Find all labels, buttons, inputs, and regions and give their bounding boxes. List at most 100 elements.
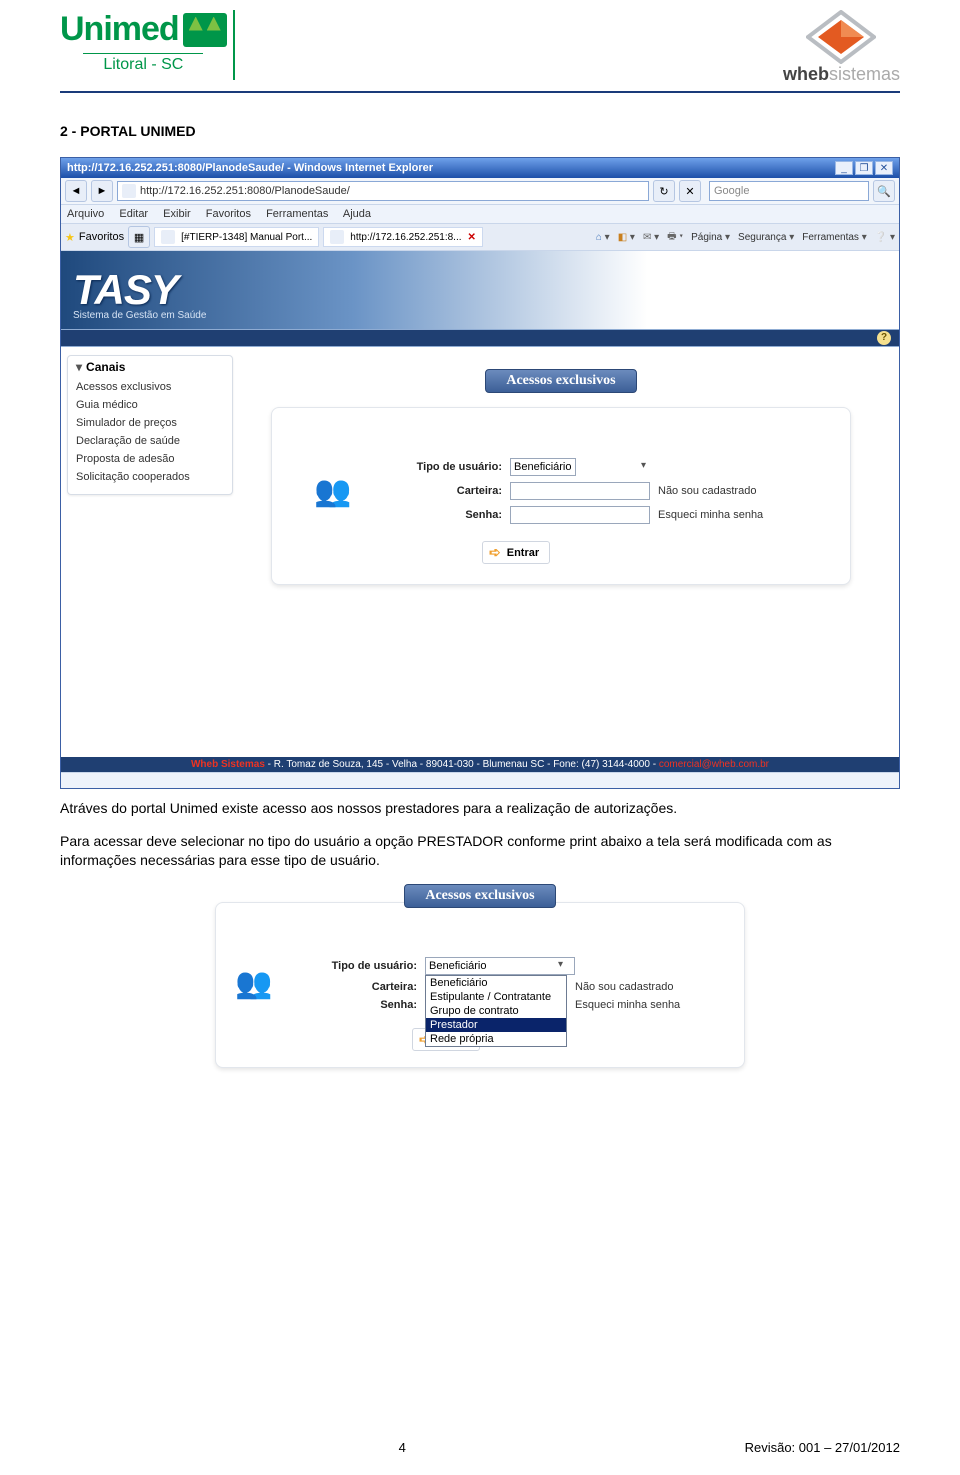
window-titlebar: http://172.16.252.251:8080/PlanodeSaude/… <box>61 158 899 178</box>
tasy-logo-text: TASY <box>73 266 206 314</box>
label-carteira: Carteira: <box>412 485 502 497</box>
back-button[interactable]: ◄ <box>65 180 87 202</box>
page-footer: 4 Revisão: 001 – 27/01/2012 <box>60 1440 900 1455</box>
browser-tab-1[interactable]: [#TIERP-1348] Manual Port... <box>154 227 319 247</box>
entrar-button[interactable]: ➪ Entrar <box>482 541 550 564</box>
link-esqueci-senha-2[interactable]: Esqueci minha senha <box>575 999 725 1011</box>
toolbar-pagina[interactable]: Página <box>691 232 730 243</box>
link-nao-cadastrado-2[interactable]: Não sou cadastrado <box>575 981 725 993</box>
label-carteira-2: Carteira: <box>323 981 417 993</box>
refresh-button[interactable]: ↻ <box>653 180 675 202</box>
sidebar-item-solicitacao[interactable]: Solicitação cooperados <box>76 468 224 486</box>
search-button[interactable]: 🔍 <box>873 180 895 202</box>
dd-option-beneficiario[interactable]: Beneficiário <box>426 976 566 990</box>
unimed-brand-text: Unimed <box>60 10 179 49</box>
tab-close-icon[interactable]: ✕ <box>468 232 476 243</box>
dropdown-list: Beneficiário Estipulante / Contratante G… <box>425 975 567 1047</box>
close-button[interactable]: ✕ <box>875 161 893 175</box>
tab-grid-button[interactable]: ▦ <box>128 226 150 248</box>
login-card: 👥 Tipo de usuário: Beneficiário Carteira… <box>271 407 851 585</box>
select-tipo-usuario-2[interactable] <box>425 957 575 975</box>
toolbar-ferramentas[interactable]: Ferramentas <box>802 232 867 243</box>
label-tipo: Tipo de usuário: <box>412 461 502 473</box>
url-text: http://172.16.252.251:8080/PlanodeSaude/ <box>140 185 350 197</box>
window-title-text: http://172.16.252.251:8080/PlanodeSaude/… <box>67 162 433 174</box>
help-icon[interactable]: ? <box>877 331 891 345</box>
header-divider <box>60 91 900 93</box>
sidebar-item-proposta[interactable]: Proposta de adesão <box>76 450 224 468</box>
favorites-bar[interactable]: ★Favoritos <box>65 231 124 244</box>
maximize-button[interactable]: ❐ <box>855 161 873 175</box>
star-icon: ★ <box>65 231 75 244</box>
dd-option-rede[interactable]: Rede própria <box>426 1032 566 1046</box>
wheb-diamond-icon <box>806 10 876 64</box>
users-icon: 👥 <box>314 474 404 509</box>
label-senha: Senha: <box>412 509 502 521</box>
page-icon <box>122 184 136 198</box>
page-number: 4 <box>399 1440 406 1455</box>
sidebar-item-simulador[interactable]: Simulador de preços <box>76 414 224 432</box>
menu-ferramentas[interactable]: Ferramentas <box>266 208 328 220</box>
sidebar-title[interactable]: Canais <box>76 360 224 374</box>
menu-ajuda[interactable]: Ajuda <box>343 208 371 220</box>
paragraph-2: Para acessar deve selecionar no tipo do … <box>60 832 900 870</box>
vertical-divider <box>233 10 235 80</box>
home-icon[interactable]: ⌂ <box>596 232 610 243</box>
wheb-brand-text: whebsistemas <box>783 64 900 85</box>
menu-editar[interactable]: Editar <box>119 208 148 220</box>
users-icon: 👥 <box>235 966 315 1001</box>
help-icon[interactable]: ❔ <box>875 232 895 243</box>
panel-title: Acessos exclusivos <box>485 369 636 393</box>
link-nao-cadastrado[interactable]: Não sou cadastrado <box>658 485 808 497</box>
browser-window: http://172.16.252.251:8080/PlanodeSaude/… <box>60 157 900 789</box>
mail-icon[interactable]: ✉ <box>643 232 659 243</box>
search-box[interactable]: Google <box>709 181 869 201</box>
sidebar: Canais Acessos exclusivos Guia médico Si… <box>61 355 233 757</box>
body-text: Atráves do portal Unimed existe acesso a… <box>60 799 900 870</box>
arrow-right-icon: ➪ <box>489 544 501 561</box>
toolbar-seguranca[interactable]: Segurança <box>738 232 794 243</box>
main-panel: Acessos exclusivos 👥 Tipo de usuário: Be… <box>233 355 889 757</box>
label-senha-2: Senha: <box>323 999 417 1011</box>
search-placeholder: Google <box>714 185 749 197</box>
link-esqueci-senha[interactable]: Esqueci minha senha <box>658 509 808 521</box>
unimed-tree-icon <box>183 13 227 47</box>
unimed-logo: Unimed Litoral - SC <box>60 10 235 80</box>
panel-title-2: Acessos exclusivos <box>404 884 555 908</box>
paragraph-1: Atráves do portal Unimed existe acesso a… <box>60 799 900 818</box>
section-title: 2 - PORTAL UNIMED <box>60 123 900 139</box>
unimed-subtitle: Litoral - SC <box>83 53 203 74</box>
app-footer: Wheb Sistemas - R. Tomaz de Souza, 145 -… <box>61 757 899 772</box>
dd-option-prestador[interactable]: Prestador <box>426 1018 566 1032</box>
menu-favoritos[interactable]: Favoritos <box>206 208 251 220</box>
browser-menu: Arquivo Editar Exibir Favoritos Ferramen… <box>61 205 899 224</box>
browser-tab-active[interactable]: http://172.16.252.251:8...✕ <box>323 227 483 247</box>
dd-option-grupo[interactable]: Grupo de contrato <box>426 1004 566 1018</box>
tab-row: ★Favoritos ▦ [#TIERP-1348] Manual Port..… <box>61 224 899 251</box>
print-icon[interactable]: 🖶 <box>667 229 683 246</box>
forward-button[interactable]: ► <box>91 180 113 202</box>
content-area: Canais Acessos exclusivos Guia médico Si… <box>61 347 899 757</box>
input-senha[interactable] <box>510 506 650 524</box>
feeds-icon[interactable]: ◧ <box>618 232 635 243</box>
browser-status-bar <box>61 772 899 788</box>
wheb-logo: whebsistemas <box>783 10 900 85</box>
login-card-2: 👥 Tipo de usuário: Beneficiário Estipula… <box>215 902 745 1068</box>
select-tipo-usuario[interactable]: Beneficiário <box>510 458 576 476</box>
tasy-tagline: Sistema de Gestão em Saúde <box>73 310 206 321</box>
address-bar-row: ◄ ► http://172.16.252.251:8080/PlanodeSa… <box>61 178 899 205</box>
menu-arquivo[interactable]: Arquivo <box>67 208 104 220</box>
screenshot-2: Acessos exclusivos 👥 Tipo de usuário: Be… <box>215 884 745 1068</box>
stop-button[interactable]: ✕ <box>679 180 701 202</box>
menu-exibir[interactable]: Exibir <box>163 208 191 220</box>
minimize-button[interactable]: _ <box>835 161 853 175</box>
address-bar[interactable]: http://172.16.252.251:8080/PlanodeSaude/ <box>117 181 649 201</box>
dd-option-estipulante[interactable]: Estipulante / Contratante <box>426 990 566 1004</box>
sidebar-item-acessos[interactable]: Acessos exclusivos <box>76 378 224 396</box>
label-tipo-2: Tipo de usuário: <box>323 960 417 972</box>
sidebar-item-guia[interactable]: Guia médico <box>76 396 224 414</box>
tasy-banner: TASY Sistema de Gestão em Saúde <box>61 251 899 329</box>
input-carteira[interactable] <box>510 482 650 500</box>
page-header: Unimed Litoral - SC whebsistemas <box>60 10 900 85</box>
sidebar-item-declaracao[interactable]: Declaração de saúde <box>76 432 224 450</box>
